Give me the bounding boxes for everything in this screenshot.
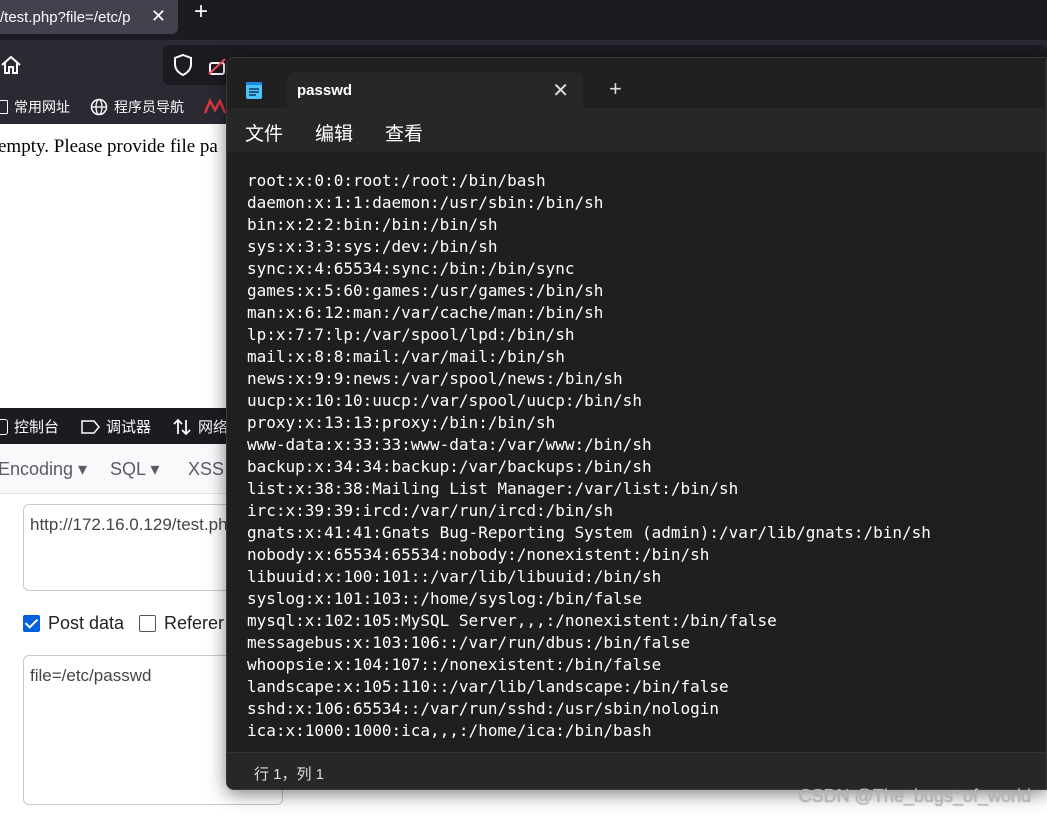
devtools-tab-label: 调试器 xyxy=(106,419,152,436)
text-line: irc:x:39:39:ircd:/var/run/ircd:/bin/sh xyxy=(247,501,614,520)
xss-menu[interactable]: XSS xyxy=(188,459,224,480)
folder-icon xyxy=(0,100,8,114)
devtools-tab-network[interactable]: 网络 xyxy=(172,416,228,437)
text-line: messagebus:x:103:106::/var/run/dbus:/bin… xyxy=(247,633,691,652)
network-icon xyxy=(173,418,191,435)
text-line: bin:x:2:2:bin:/bin:/bin/sh xyxy=(247,215,498,234)
bookmark-logo-icon[interactable] xyxy=(204,98,226,116)
text-line: landscape:x:105:110::/var/lib/landscape:… xyxy=(247,677,729,696)
notepad-icon xyxy=(246,82,262,99)
devtools-tab-console[interactable]: 控制台 xyxy=(0,416,59,437)
file-content: root:x:0:0:root:/root:/bin/bash daemon:x:… xyxy=(247,170,931,742)
cursor-position: 行 1，列 1 xyxy=(254,766,325,783)
close-icon[interactable]: ✕ xyxy=(151,6,166,27)
post-data-label: Post data xyxy=(48,613,125,633)
notepad-tab[interactable]: passwd ✕ xyxy=(287,72,583,110)
text-line: sys:x:3:3:sys:/dev:/bin/sh xyxy=(247,237,498,256)
menu-view[interactable]: 查看 xyxy=(385,119,423,146)
new-tab-button[interactable]: + xyxy=(609,76,622,102)
text-line: daemon:x:1:1:daemon:/usr/sbin:/bin/sh xyxy=(247,193,604,212)
devtools-tab-label: 网络 xyxy=(198,419,229,436)
shield-icon[interactable] xyxy=(172,53,194,77)
notepad-menu-bar: 文件 编辑 查看 xyxy=(227,110,1046,152)
browser-tab[interactable]: /test.php?file=/etc/p ✕ xyxy=(0,0,178,34)
text-line: root:x:0:0:root:/root:/bin/bash xyxy=(247,171,546,190)
encoding-menu[interactable]: Encoding ▾ xyxy=(0,459,87,480)
text-line: games:x:5:60:games:/usr/games:/bin/sh xyxy=(247,281,604,300)
browser-tab-bar: /test.php?file=/etc/p ✕ + xyxy=(0,0,1047,40)
text-line: ica:x:1000:1000:ica,,,:/home/ica:/bin/ba… xyxy=(247,721,652,740)
text-line: backup:x:34:34:backup:/var/backups:/bin/… xyxy=(247,457,652,476)
text-line: whoopsie:x:104:107::/nonexistent:/bin/fa… xyxy=(247,655,662,674)
globe-icon xyxy=(90,98,108,116)
text-line: nobody:x:65534:65534:nobody:/nonexistent… xyxy=(247,545,710,564)
bookmark-label: 程序员导航 xyxy=(114,99,184,115)
devtools-tab-debugger[interactable]: 调试器 xyxy=(80,416,151,437)
text-line: list:x:38:38:Mailing List Manager:/var/l… xyxy=(247,479,739,498)
menu-file[interactable]: 文件 xyxy=(245,119,283,146)
bookmark-item[interactable]: 程序员导航 xyxy=(90,97,184,117)
referer-label: Referer xyxy=(164,613,225,633)
new-tab-button[interactable]: + xyxy=(194,0,218,26)
page-message: empty. Please provide file pa xyxy=(0,136,218,157)
notepad-tab-title: passwd xyxy=(297,82,353,99)
text-line: proxy:x:13:13:proxy:/bin:/bin/sh xyxy=(247,413,556,432)
menu-edit[interactable]: 编辑 xyxy=(315,119,353,146)
watermark: CSDN @The_bugs_of_world xyxy=(798,786,1031,806)
text-line: syslog:x:101:103::/home/syslog:/bin/fals… xyxy=(247,589,642,608)
text-line: lp:x:7:7:lp:/var/spool/lpd:/bin/sh xyxy=(247,325,575,344)
bookmark-label: 常用网址 xyxy=(14,99,70,115)
checkbox-checked-icon[interactable] xyxy=(23,615,40,632)
post-data-checkbox[interactable]: Post data xyxy=(23,613,124,634)
lock-icon[interactable] xyxy=(208,53,226,77)
screen: /test.php?file=/etc/p ✕ + 常用网址 程序员导航 emp… xyxy=(0,0,1047,817)
debugger-icon xyxy=(81,419,100,434)
text-line: sshd:x:106:65534::/var/run/sshd:/usr/sbi… xyxy=(247,699,720,718)
bookmark-item[interactable]: 常用网址 xyxy=(0,97,70,117)
referer-checkbox[interactable]: Referer xyxy=(139,613,224,634)
text-line: www-data:x:33:33:www-data:/var/www:/bin/… xyxy=(247,435,652,454)
checkbox-unchecked-icon[interactable] xyxy=(139,615,156,632)
text-line: mysql:x:102:105:MySQL Server,,,:/nonexis… xyxy=(247,611,777,630)
notepad-status-bar: 行 1，列 1 xyxy=(227,752,1046,789)
console-icon xyxy=(0,418,8,435)
text-line: gnats:x:41:41:Gnats Bug-Reporting System… xyxy=(247,523,931,542)
close-icon[interactable]: ✕ xyxy=(552,78,569,103)
text-line: sync:x:4:65534:sync:/bin:/bin/sync xyxy=(247,259,575,278)
text-line: mail:x:8:8:mail:/var/mail:/bin/sh xyxy=(247,347,565,366)
notepad-editor[interactable]: root:x:0:0:root:/root:/bin/bash daemon:x:… xyxy=(227,152,1046,752)
notepad-window: passwd ✕ + 文件 编辑 查看 root:x:0:0:root:/roo… xyxy=(226,57,1047,790)
text-line: uucp:x:10:10:uucp:/var/spool/uucp:/bin/s… xyxy=(247,391,642,410)
home-icon[interactable] xyxy=(0,54,22,76)
sql-menu[interactable]: SQL ▾ xyxy=(110,459,159,480)
devtools-tab-label: 控制台 xyxy=(14,419,60,436)
browser-tab-title: /test.php?file=/etc/p xyxy=(0,8,131,26)
notepad-title-bar: passwd ✕ + xyxy=(227,58,1046,110)
text-line: news:x:9:9:news:/var/spool/news:/bin/sh xyxy=(247,369,623,388)
text-line: man:x:6:12:man:/var/cache/man:/bin/sh xyxy=(247,303,604,322)
text-line: libuuid:x:100:101::/var/lib/libuuid:/bin… xyxy=(247,567,662,586)
